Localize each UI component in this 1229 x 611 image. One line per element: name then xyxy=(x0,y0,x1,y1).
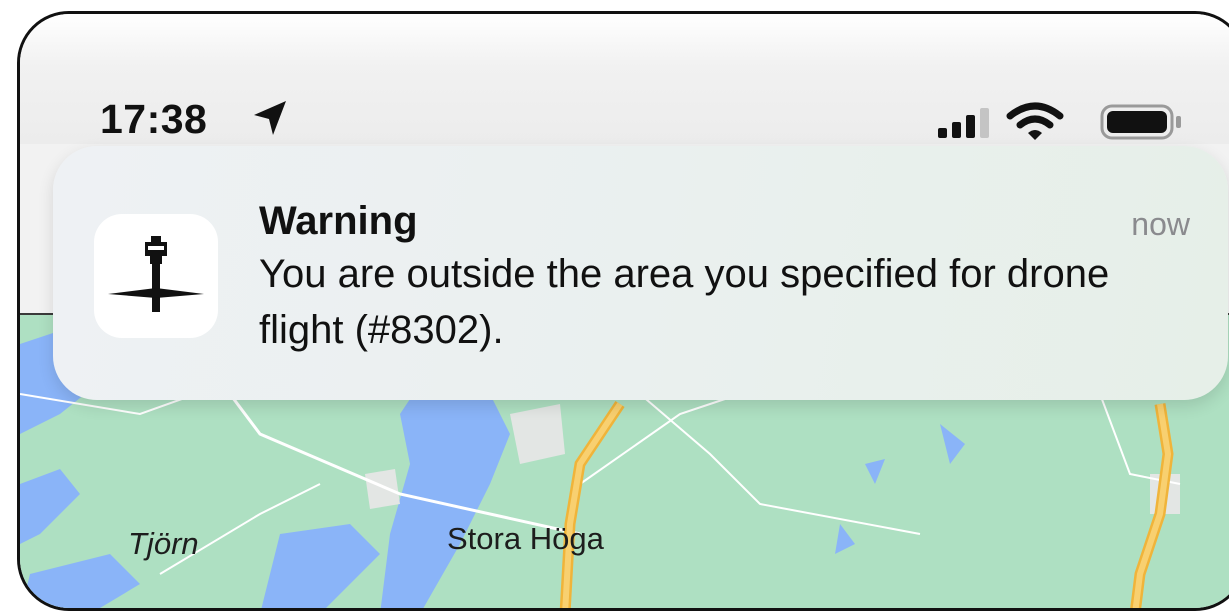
cellular-signal-icon xyxy=(938,108,989,138)
control-tower-icon xyxy=(108,236,204,312)
wifi-icon xyxy=(1006,102,1064,140)
battery-icon xyxy=(1100,104,1181,140)
status-time: 17:38 xyxy=(100,96,208,142)
location-arrow-icon xyxy=(254,101,286,135)
map-label-stora-hoga[interactable]: Stora Höga xyxy=(447,521,604,557)
notification-title: Warning xyxy=(259,199,418,243)
notification-body: You are outside the area you specified f… xyxy=(259,252,1110,352)
phone-screen: Tjörn Stora Höga 17:38 Warning now You a… xyxy=(17,11,1229,611)
notification-time: now xyxy=(1131,206,1190,242)
status-bar: 17:38 xyxy=(20,14,1229,144)
warning-notification[interactable]: Warning now You are outside the area you… xyxy=(53,146,1228,400)
map-label-tjorn[interactable]: Tjörn xyxy=(128,526,199,562)
app-icon xyxy=(94,214,218,338)
